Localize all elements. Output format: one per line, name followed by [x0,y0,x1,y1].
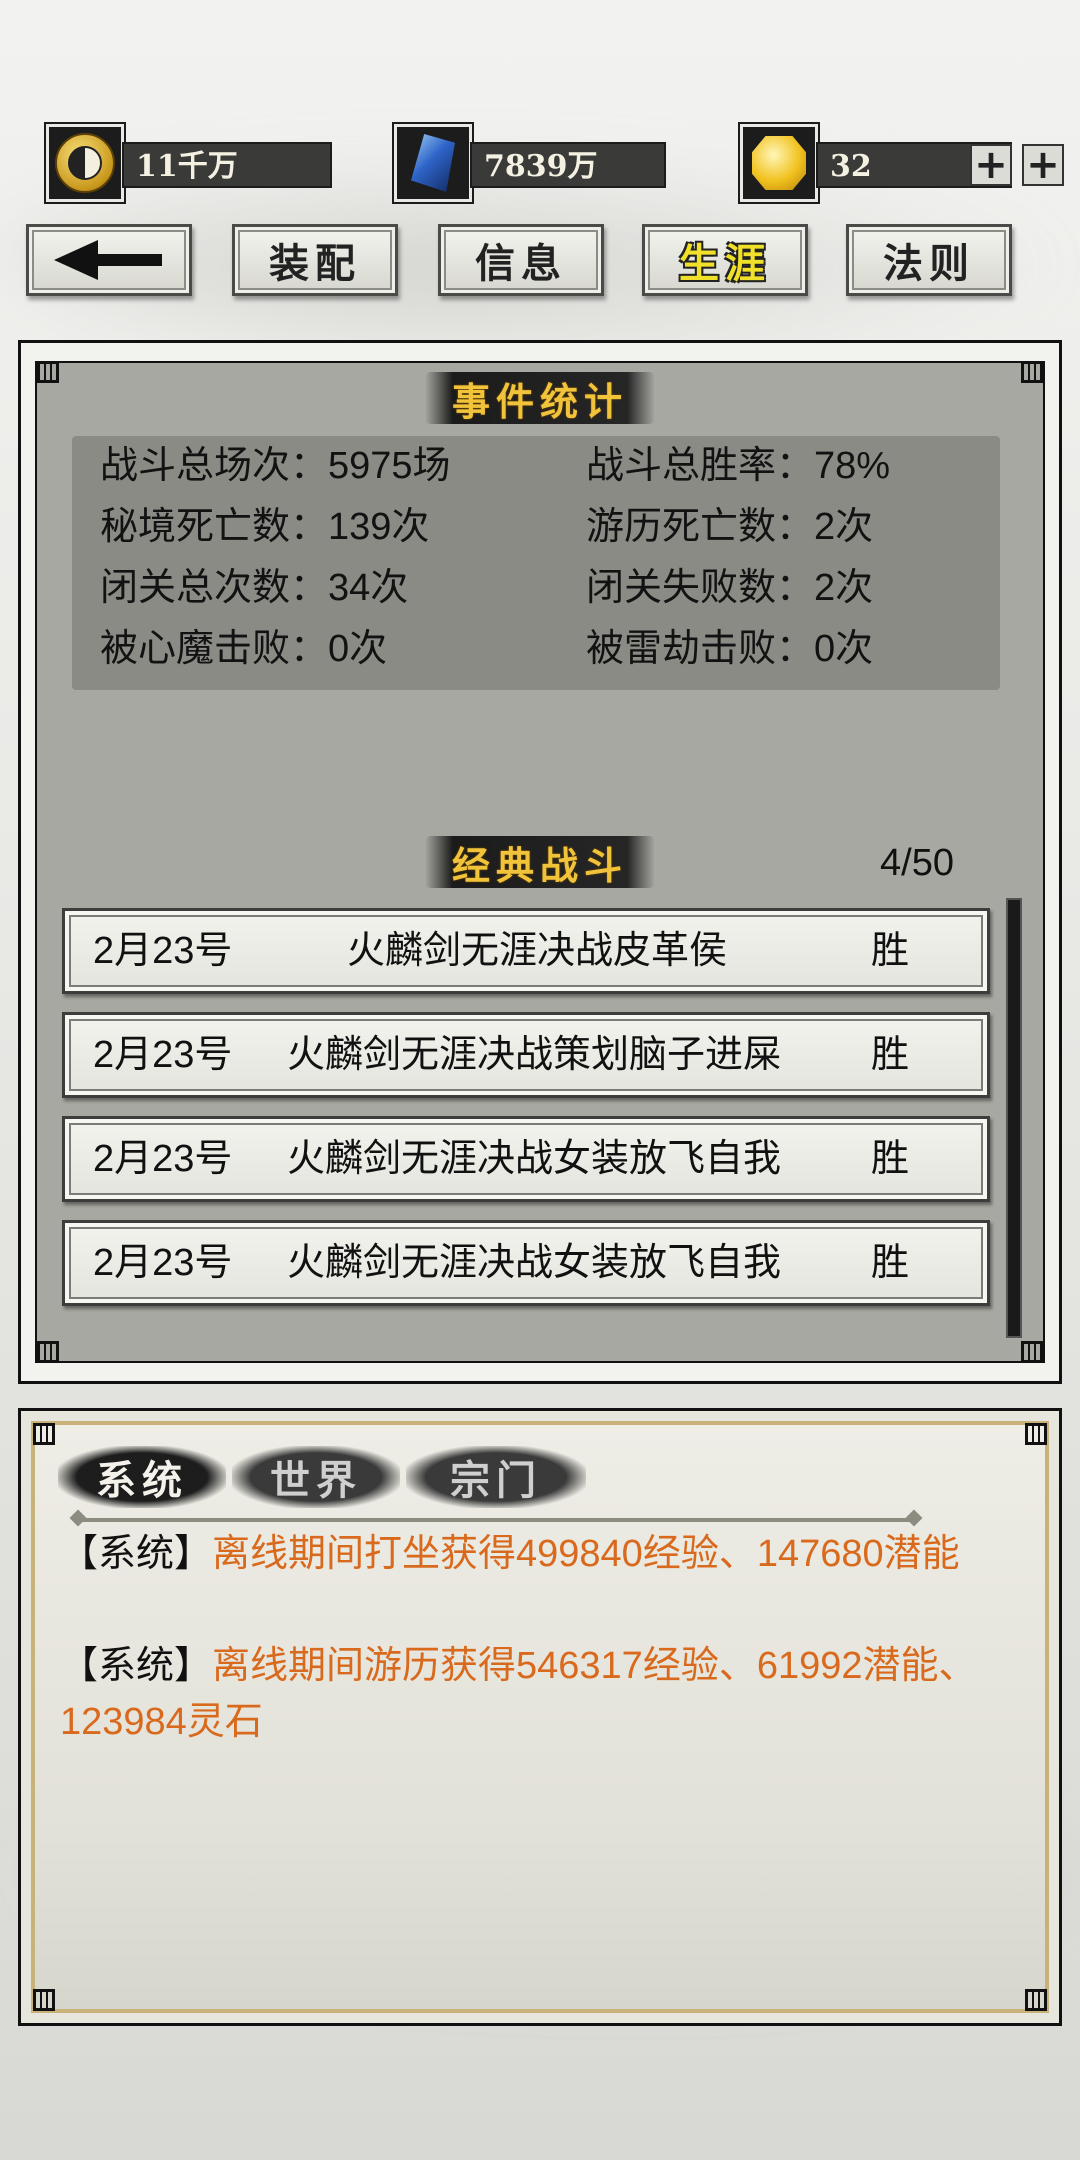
battle-row[interactable]: 2月23号 火麟剑无涯决战皮革侯 胜 [62,908,990,994]
event-stats-title: 事件统计 [425,372,655,424]
tab-law[interactable]: 法则 [846,224,1012,296]
corner-ornament [1025,1423,1047,1445]
currency-crystal: 7839万 + [394,124,1064,202]
stat-thunder-tribulation: 被雷劫击败：0次 [586,628,874,670]
chat-message: 【系统】离线期间游历获得546317经验、61992潜能、123984灵石 [60,1638,1000,1750]
battle-page-count: 4/50 [880,842,954,884]
back-button[interactable] [26,224,192,296]
corner-ornament [1021,1341,1043,1363]
battle-result: 胜 [871,1138,910,1180]
currency-value: 11千万 [122,142,332,188]
battle-row[interactable]: 2月23号 火麟剑无涯决战女装放飞自我 胜 [62,1220,990,1306]
corner-ornament [37,361,59,383]
chat-message-text: 离线期间打坐获得499840经验、147680潜能 [212,1533,960,1575]
add-crystal-button[interactable]: + [1022,144,1064,186]
currency-coin: 11千万 [46,124,332,202]
battle-row[interactable]: 2月23号 火麟剑无涯决战女装放飞自我 胜 [62,1116,990,1202]
tab-career[interactable]: 生涯 [642,224,808,296]
currency-value: 7839万 [470,142,666,188]
corner-ornament [37,1341,59,1363]
gold-gem-icon [740,124,818,202]
currency-gem: 32 + [740,124,1020,202]
yinyang-coin-icon [46,124,124,202]
battle-result: 胜 [871,1242,910,1284]
battle-list-scrollbar[interactable] [1006,898,1022,1338]
corner-ornament [1025,1989,1047,2011]
battle-result: 胜 [871,930,910,972]
chat-message-tag: 【系统】 [60,1645,213,1687]
chat-tab-system[interactable]: 系统 [58,1446,226,1508]
battle-desc: 火麟剑无涯决战女装放飞自我 [287,1138,782,1180]
stat-seclusion-fail: 闭关失败数：2次 [586,567,874,609]
stat-total-battles: 战斗总场次：5975场 [100,445,451,487]
chat-divider [78,1518,914,1522]
tab-equip[interactable]: 装配 [232,224,398,296]
corner-ornament [33,1989,55,2011]
stat-secret-realm-deaths: 秘境死亡数：139次 [100,506,430,548]
battle-date: 2月23号 [93,1034,233,1076]
battle-desc: 火麟剑无涯决战女装放飞自我 [287,1242,782,1284]
back-arrow-icon [54,240,164,280]
blue-crystal-icon [394,124,472,202]
add-gem-button[interactable]: + [970,144,1012,186]
stat-seclusion-total: 闭关总次数：34次 [100,567,409,609]
chat-tab-world[interactable]: 世界 [232,1446,400,1508]
battle-desc: 火麟剑无涯决战皮革侯 [347,930,728,972]
battle-date: 2月23号 [93,1242,233,1284]
battle-result: 胜 [871,1034,910,1076]
chat-message-tag: 【系统】 [60,1533,213,1575]
battle-date: 2月23号 [93,1138,233,1180]
corner-ornament [1021,361,1043,383]
corner-ornament [33,1423,55,1445]
battle-desc: 火麟剑无涯决战策划脑子进屎 [287,1034,782,1076]
stat-win-rate: 战斗总胜率：78% [586,445,891,487]
stat-heart-demon: 被心魔击败：0次 [100,628,388,670]
battle-row[interactable]: 2月23号 火麟剑无涯决战策划脑子进屎 胜 [62,1012,990,1098]
chat-message: 【系统】离线期间打坐获得499840经验、147680潜能 [60,1526,1000,1582]
chat-tab-sect[interactable]: 宗门 [406,1446,586,1508]
battle-date: 2月23号 [93,930,233,972]
classic-battles-title: 经典战斗 [425,836,655,888]
stat-travel-deaths: 游历死亡数：2次 [586,506,874,548]
tab-info[interactable]: 信息 [438,224,604,296]
